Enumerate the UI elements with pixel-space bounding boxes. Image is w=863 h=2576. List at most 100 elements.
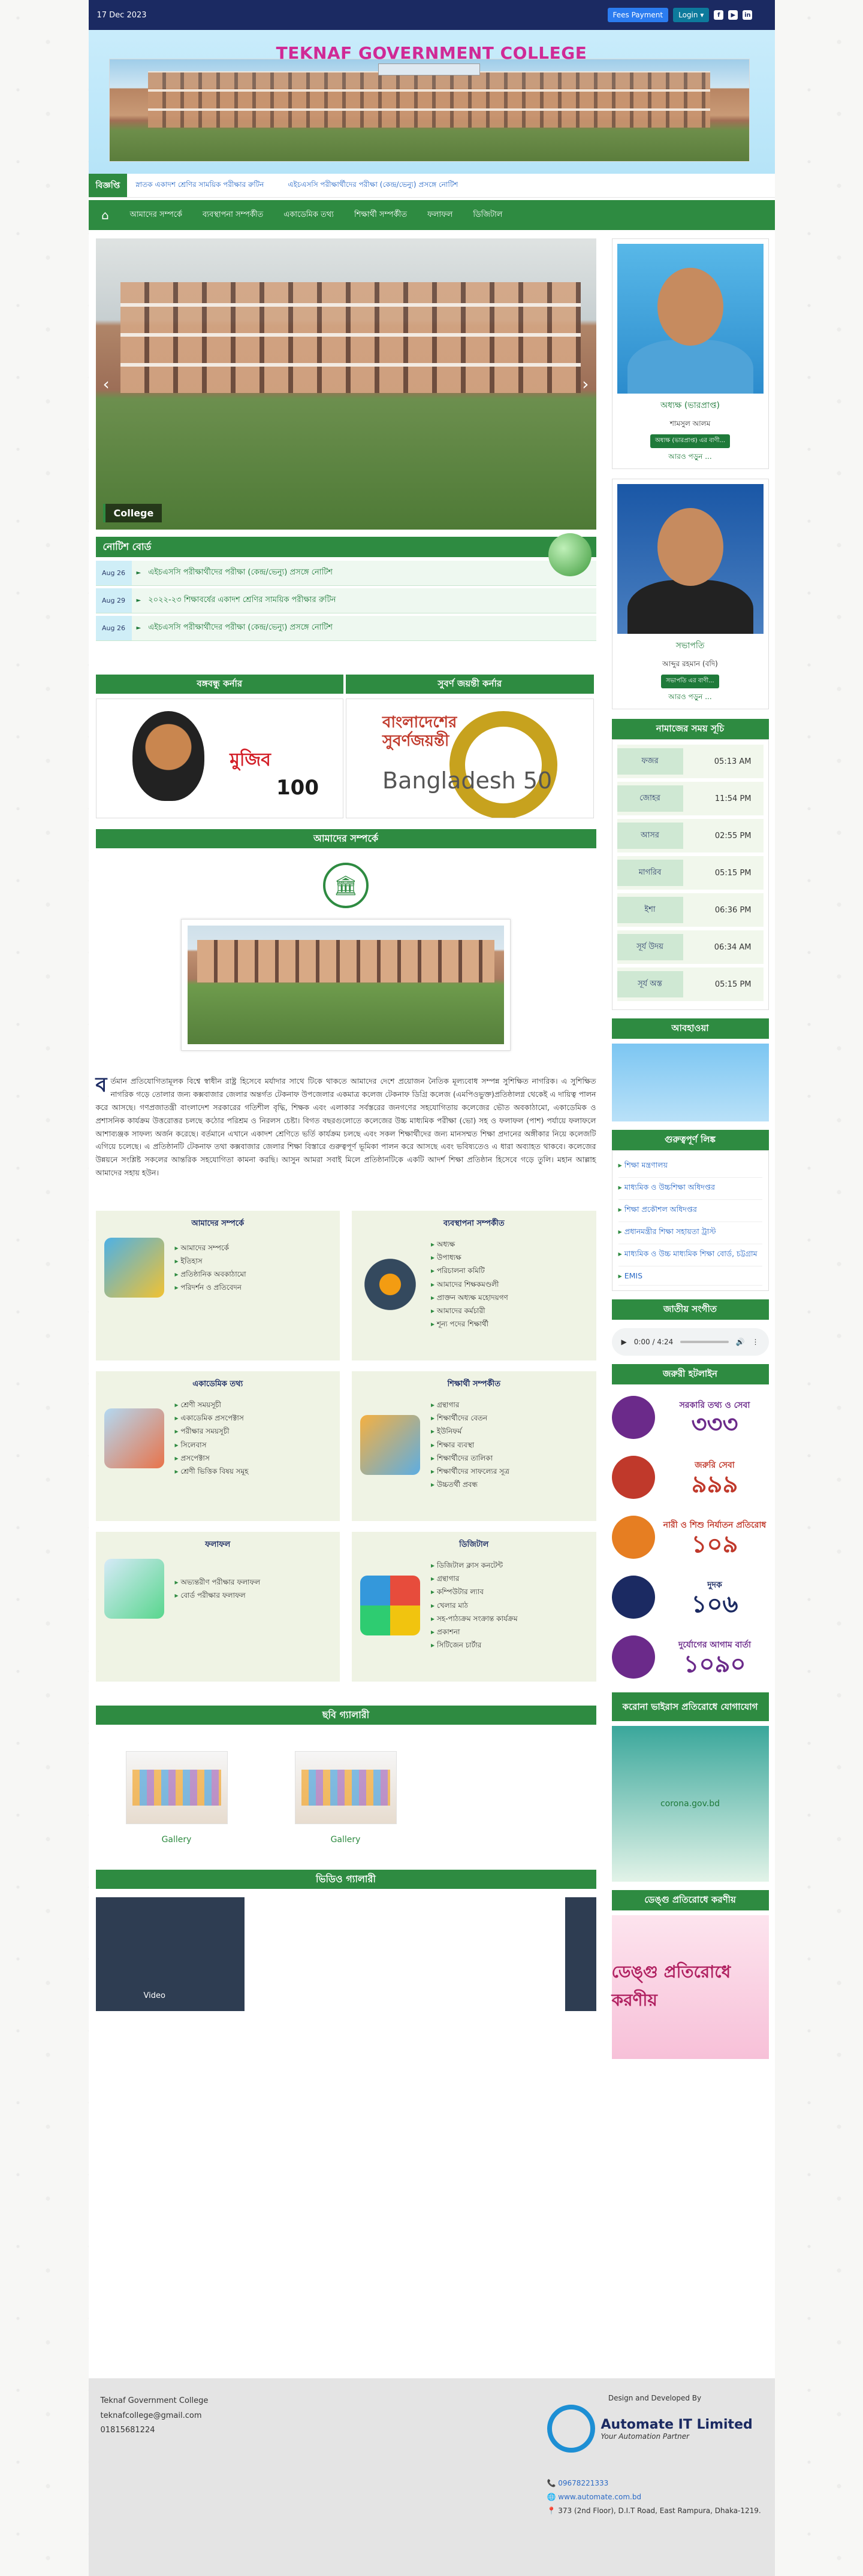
- important-link[interactable]: মাধ্যমিক ও উচ্চশিক্ষা অধিদপ্তর: [618, 1178, 762, 1200]
- developer-phone[interactable]: 09678221333: [558, 2479, 608, 2487]
- prayer-row: সূর্য উদয় 06:34 AM: [617, 930, 764, 964]
- card-link[interactable]: পরিদর্শন ও প্রতিবেদন: [175, 1281, 246, 1294]
- card-link[interactable]: পরীক্ষার সময়সূচী: [175, 1425, 249, 1438]
- card-link[interactable]: ইউনিফর্ম: [431, 1425, 509, 1438]
- card-link[interactable]: অধ্যক্ষ: [431, 1238, 508, 1251]
- card-link[interactable]: ডিজিটাল ক্লাস কনটেন্ট: [431, 1559, 518, 1572]
- dengue-info-image[interactable]: ডেঙ্গু প্রতিরোধে করণীয়: [611, 1915, 769, 2059]
- card-link[interactable]: সহ-পাঠ্যক্রম সংক্রান্ত কার্যক্রম: [431, 1612, 518, 1625]
- gallery-item[interactable]: Gallery: [125, 1751, 228, 1845]
- card-link[interactable]: সিটিজেন চার্টার: [431, 1638, 518, 1652]
- card-link[interactable]: সিলেবাস: [175, 1438, 249, 1452]
- hotline-item[interactable]: দুদক ১০৬: [611, 1570, 769, 1624]
- notice-title[interactable]: এইচএসসি পরীক্ষার্থীদের পরীক্ষা (কেন্দ্র/…: [141, 622, 333, 634]
- important-link[interactable]: শিক্ষা প্রকৌশল অধিদপ্তর: [618, 1200, 762, 1222]
- login-dropdown-button[interactable]: Login ▾: [673, 8, 710, 22]
- chairman-read-more-link[interactable]: আরও পড়ুন ...: [617, 692, 764, 704]
- hotline-item[interactable]: সরকারি তথ্য ও সেবা ৩৩৩: [611, 1390, 769, 1444]
- card-link[interactable]: প্রসপেক্টাস: [175, 1452, 249, 1465]
- nav-item-results[interactable]: ফলাফল: [418, 209, 461, 222]
- image-slider: ‹ › College: [95, 238, 596, 530]
- hotline-item[interactable]: জরুরি সেবা ৯৯৯: [611, 1450, 769, 1504]
- more-icon[interactable]: ⋮: [752, 1338, 759, 1346]
- audio-progress-bar[interactable]: [680, 1341, 729, 1343]
- card-link[interactable]: বোর্ড পরীক্ষার ফলাফল: [175, 1589, 261, 1602]
- facebook-icon[interactable]: f: [714, 10, 724, 20]
- important-link[interactable]: EMIS: [618, 1266, 762, 1286]
- card-link[interactable]: গ্রন্থাগার: [431, 1398, 509, 1411]
- card-link[interactable]: উচ্চতর্থী প্রবন্ধ: [431, 1478, 509, 1491]
- card-link[interactable]: শিক্ষার্থীদের বেতন: [431, 1411, 509, 1425]
- nav-item-about[interactable]: আমাদের সম্পর্কে: [121, 209, 191, 222]
- notice-title[interactable]: ২০২২-২৩ শিক্ষাবর্ষের একাদশ শ্রেণির সাময়…: [141, 594, 336, 607]
- gallery-caption[interactable]: Gallery: [295, 1835, 397, 1845]
- card-link[interactable]: গ্রন্থাগার: [431, 1572, 518, 1585]
- card-link[interactable]: আমাদের কর্মচারী: [431, 1304, 508, 1317]
- developer-brand[interactable]: Automate IT Limited Your Automation Part…: [547, 2405, 763, 2453]
- gallery-caption[interactable]: Gallery: [126, 1835, 228, 1845]
- card-link[interactable]: একাডেমিক প্রসপেক্টাস: [175, 1411, 249, 1425]
- card-link[interactable]: কম্পিউটার ল্যাব: [431, 1585, 518, 1598]
- notice-ticker: বিজ্ঞপ্তি স্নাতক একাদশ শ্রেণির সাময়িক প…: [88, 174, 775, 198]
- notice-row[interactable]: Aug 29 ► ২০২২-২৩ শিক্ষাবর্ষের একাদশ শ্রে…: [95, 588, 596, 613]
- card-link[interactable]: শ্রেণী সময়সূচী: [175, 1398, 249, 1411]
- video-player-next[interactable]: [565, 1897, 596, 2011]
- notice-row[interactable]: Aug 26 ► এইচএসসি পরীক্ষার্থীদের পরীক্ষা …: [95, 561, 596, 586]
- slider-prev-icon[interactable]: ‹: [103, 374, 110, 394]
- video-player[interactable]: Video: [95, 1897, 245, 2011]
- important-link[interactable]: প্রধানমন্ত্রীর শিক্ষা সহায়তা ট্রাস্ট: [618, 1222, 762, 1244]
- nav-item-students[interactable]: শিক্ষার্থী সম্পর্কীত: [345, 209, 416, 222]
- ticker-item[interactable]: এইচএসসি পরীক্ষার্থীদের পরীক্ষা (কেন্দ্র/…: [288, 180, 458, 192]
- card-link[interactable]: ইতিহাস: [175, 1254, 246, 1268]
- gallery-thumbnail[interactable]: [125, 1751, 228, 1824]
- home-icon[interactable]: ⌂: [92, 200, 119, 230]
- card-link[interactable]: শিক্ষার্থীদের তালিকা: [431, 1452, 509, 1465]
- developer-website[interactable]: www.automate.com.bd: [558, 2493, 641, 2501]
- card-link[interactable]: শ্রেণী ভিত্তিক বিষয় সমূহ: [175, 1465, 248, 1478]
- principal-message-button[interactable]: অধ্যক্ষ (ভারপ্রাপ্ত) এর বাণী...: [650, 434, 731, 448]
- card-link[interactable]: প্রতিষ্ঠানিক অবকাঠামো: [175, 1268, 246, 1281]
- card-link[interactable]: শিক্ষার্থীদের সাফল্যের সূত্র: [431, 1465, 509, 1478]
- youtube-icon[interactable]: ▶: [728, 10, 738, 20]
- fees-payment-button[interactable]: Fees Payment: [607, 8, 669, 22]
- slider-next-icon[interactable]: ›: [582, 374, 589, 394]
- card-link[interactable]: প্রকাশনা: [431, 1625, 518, 1638]
- card-link[interactable]: অভ্যন্তরীণ পরীক্ষার ফলাফল: [175, 1576, 260, 1589]
- card-link[interactable]: প্রাক্তন অধ্যক্ষ মহোদয়গণ: [431, 1291, 508, 1304]
- footer-email[interactable]: teknafcollege@gmail.com: [101, 2409, 209, 2424]
- nav-item-academic[interactable]: একাডেমিক তথ্য: [274, 209, 343, 222]
- card-link[interactable]: আমাদের সম্পর্কে: [175, 1241, 246, 1254]
- nav-item-digital[interactable]: ডিজিটাল: [464, 209, 511, 222]
- photo-gallery: Gallery Gallery: [96, 1751, 596, 1845]
- hotline-item[interactable]: নারী ও শিশু নির্যাতন প্রতিরোধ ১০৯: [611, 1510, 769, 1564]
- card-link[interactable]: আমাদের শিক্ষকমণ্ডলী: [431, 1278, 508, 1291]
- footer-phone[interactable]: 01815681224: [101, 2423, 209, 2438]
- card-link[interactable]: শিক্ষার ব্যবস্থা: [431, 1438, 509, 1452]
- gallery-thumbnail[interactable]: [294, 1751, 397, 1824]
- bangladesh-50-image[interactable]: বাংলাদেশের সুবর্ণজয়ন্তী Bangladesh 50: [346, 699, 594, 818]
- chairman-message-button[interactable]: সভাপতি এর বাণী...: [661, 675, 719, 688]
- card-link[interactable]: পরিচালনা কমিটি: [431, 1264, 508, 1277]
- important-link[interactable]: শিক্ষা মন্ত্রণালয়: [618, 1156, 762, 1178]
- arrow-icon: ►: [136, 597, 141, 604]
- anthem-audio-player[interactable]: ▶ 0:00 / 4:24 🔊 ⋮: [611, 1328, 769, 1356]
- dengue-title: ডেঙ্গু প্রতিরোধে করণীয়: [611, 1890, 769, 1910]
- important-link[interactable]: মাধ্যমিক ও উচ্চ মাধ্যমিক শিক্ষা বোর্ড, চ…: [618, 1244, 762, 1266]
- play-icon[interactable]: ▶: [621, 1338, 627, 1346]
- card-link[interactable]: উপাধ্যক্ষ: [431, 1251, 508, 1264]
- nav-item-management[interactable]: ব্যবস্থাপনা সম্পর্কীত: [194, 209, 272, 222]
- hotline-item[interactable]: দুর্যোগের আগাম বার্তা ১০৯০: [611, 1630, 769, 1684]
- principal-read-more-link[interactable]: আরও পড়ুন ...: [617, 452, 764, 464]
- gallery-item[interactable]: Gallery: [294, 1751, 397, 1845]
- women-child-icon: [611, 1516, 655, 1559]
- notice-title[interactable]: এইচএসসি পরীক্ষার্থীদের পরীক্ষা (কেন্দ্র/…: [141, 567, 333, 579]
- volume-icon[interactable]: 🔊: [736, 1338, 745, 1346]
- linkedin-icon[interactable]: in: [743, 10, 753, 20]
- notice-row[interactable]: Aug 26 ► এইচএসসি পরীক্ষার্থীদের পরীক্ষা …: [95, 616, 596, 641]
- card-link[interactable]: শূন্য পদের শিক্ষার্থী: [431, 1317, 508, 1331]
- mujib-100-image[interactable]: মুজিব 100: [95, 699, 343, 818]
- corona-info-image[interactable]: corona.gov.bd: [611, 1726, 769, 1882]
- bd50-word: Bangladesh 50: [382, 767, 553, 794]
- ticker-item[interactable]: স্নাতক একাদশ শ্রেণির সাময়িক পরীক্ষার রু…: [135, 180, 264, 192]
- card-link[interactable]: খেলার মাঠ: [431, 1599, 518, 1612]
